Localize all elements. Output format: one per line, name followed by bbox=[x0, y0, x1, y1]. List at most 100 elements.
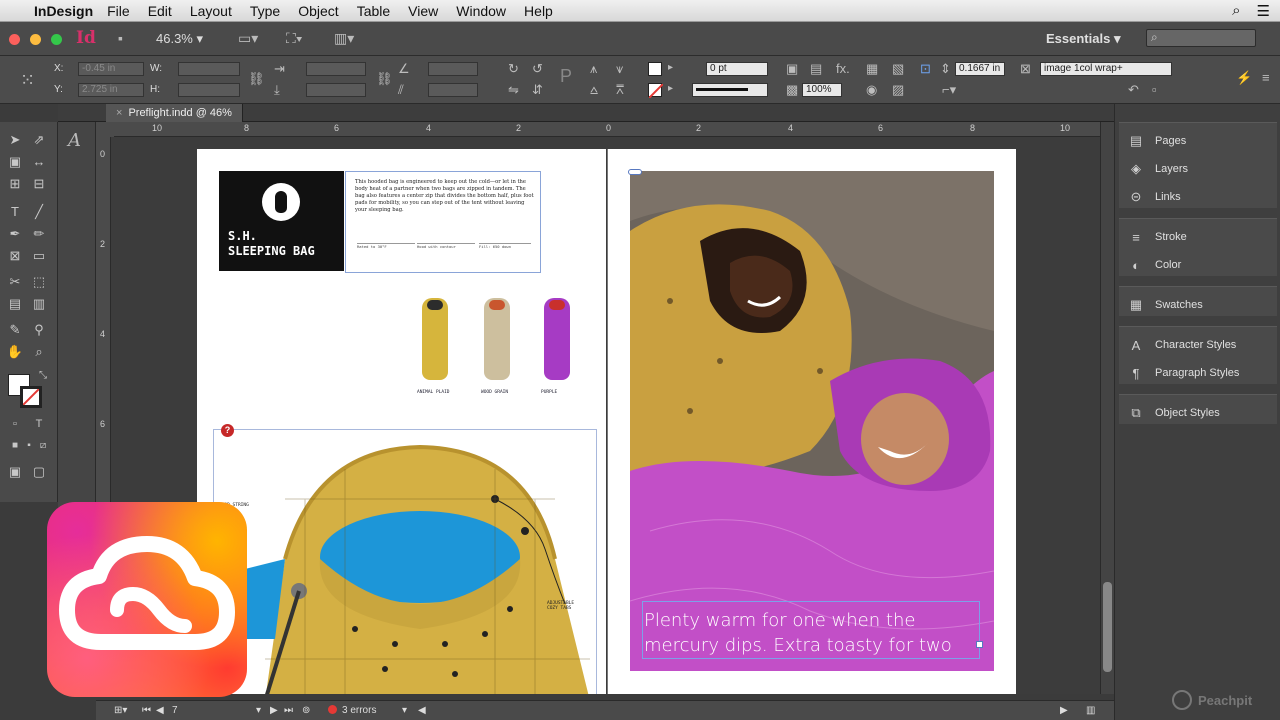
content-grabber-icon[interactable] bbox=[628, 169, 642, 175]
height-field[interactable] bbox=[178, 83, 240, 97]
frame-fitting-icon[interactable]: ⊡ bbox=[920, 61, 931, 77]
shear-angle-field[interactable] bbox=[428, 83, 478, 97]
zoom-window-button[interactable] bbox=[51, 34, 62, 45]
select-next-icon[interactable]: ⩞ bbox=[616, 82, 624, 98]
fill-dropdown-icon[interactable]: ▸ bbox=[668, 62, 673, 73]
horizontal-ruler[interactable]: 10 8 6 4 2 0 2 4 6 8 10 bbox=[114, 122, 1100, 137]
width-field[interactable] bbox=[178, 62, 240, 76]
normal-view-icon[interactable]: ▣ bbox=[6, 464, 24, 480]
stroke-swatch-none[interactable] bbox=[648, 83, 664, 99]
clear-overrides-icon[interactable]: ↶ bbox=[1128, 82, 1139, 98]
page-number-field[interactable]: 7 bbox=[172, 705, 178, 716]
line-tool-icon[interactable]: ╱ bbox=[30, 204, 48, 220]
y-position-field[interactable]: 2.725 in bbox=[78, 83, 144, 97]
preflight-error-count[interactable]: 3 errors bbox=[342, 705, 376, 716]
formatting-container-icon[interactable]: ▫ bbox=[6, 418, 24, 430]
rotate-cw-icon[interactable]: ↻ bbox=[508, 61, 519, 77]
stroke-weight-field[interactable]: 0 pt bbox=[706, 62, 768, 76]
pasteboard[interactable]: S.H. SLEEPING BAG This hooded bag is eng… bbox=[111, 137, 1100, 694]
close-window-button[interactable] bbox=[9, 34, 20, 45]
arrange-documents-icon[interactable]: ▥▾ bbox=[334, 30, 354, 47]
fill-swatch[interactable] bbox=[648, 62, 662, 76]
tab-preflight-document[interactable]: × Preflight.indd @ 46% bbox=[106, 104, 243, 122]
panel-paragraph-styles[interactable]: ¶ Paragraph Styles bbox=[1127, 363, 1240, 383]
split-layout-icon[interactable]: ▥ bbox=[1086, 705, 1095, 716]
constrain-scale-icon[interactable]: ⛓ bbox=[376, 71, 393, 87]
apply-none-icon[interactable]: ⧄ bbox=[34, 440, 52, 451]
rotate-ccw-icon[interactable]: ↺ bbox=[532, 61, 543, 77]
offset-field[interactable]: 0.1667 in bbox=[955, 62, 1005, 76]
thumb-yellow-bag[interactable] bbox=[417, 294, 453, 386]
text-wrap-jump-icon[interactable]: ▨ bbox=[892, 82, 904, 98]
menu-layout[interactable]: Layout bbox=[190, 3, 232, 19]
page-menu-icon[interactable]: ▾ bbox=[256, 705, 261, 716]
thumb-woodgrain-bag[interactable] bbox=[479, 294, 515, 386]
zoom-tool-icon[interactable]: ⌕ bbox=[30, 344, 48, 360]
formatting-text-icon[interactable]: T bbox=[30, 418, 48, 430]
left-page[interactable]: S.H. SLEEPING BAG This hooded bag is eng… bbox=[197, 149, 606, 694]
panel-stroke[interactable]: ≡ Stroke bbox=[1127, 227, 1187, 247]
menu-help[interactable]: Help bbox=[524, 3, 553, 19]
object-style-dropdown[interactable]: image 1col wrap+ bbox=[1040, 62, 1172, 76]
menu-edit[interactable]: Edit bbox=[148, 3, 172, 19]
next-page-icon[interactable]: ▶ bbox=[270, 705, 278, 716]
view-mode-icon[interactable]: ⊞▾ bbox=[114, 705, 127, 716]
fitting-content-icon[interactable]: ▤ bbox=[810, 61, 822, 77]
content-placer-icon[interactable]: ⊟ bbox=[30, 176, 48, 192]
create-style-icon[interactable]: ▫ bbox=[1152, 82, 1157, 97]
corner-options-icon[interactable]: ⌐▾ bbox=[942, 82, 956, 98]
flip-horizontal-icon[interactable]: ⇋ bbox=[508, 82, 519, 98]
gradient-feather-tool-icon[interactable]: ▥ bbox=[30, 296, 48, 312]
workspace-switcher[interactable]: Essentials ▾ bbox=[1046, 31, 1120, 47]
free-transform-tool-icon[interactable]: ⬚ bbox=[30, 274, 48, 290]
panel-layers[interactable]: ◈ Layers bbox=[1127, 159, 1188, 179]
minimize-window-button[interactable] bbox=[30, 34, 41, 45]
reference-point-icon[interactable]: ⁙ bbox=[20, 70, 35, 91]
panel-object-styles[interactable]: ⧉ Object Styles bbox=[1127, 403, 1219, 423]
swap-fill-stroke-icon[interactable]: ⤡ bbox=[34, 370, 52, 381]
open-document-folder-icon[interactable]: ⊚ bbox=[302, 705, 310, 716]
panel-character-styles[interactable]: A Character Styles bbox=[1127, 335, 1237, 355]
frame-handle[interactable] bbox=[976, 641, 983, 648]
close-tab-icon[interactable]: × bbox=[116, 107, 122, 119]
panel-swatches[interactable]: ▦ Swatches bbox=[1127, 295, 1203, 315]
first-page-icon[interactable]: ⏮ bbox=[142, 705, 151, 716]
eyedropper-tool-icon[interactable]: ⚲ bbox=[30, 322, 48, 338]
character-panel-icon[interactable]: A bbox=[68, 130, 81, 151]
rectangle-frame-tool-icon[interactable]: ⊠ bbox=[6, 248, 24, 264]
bridge-icon[interactable]: ▪ bbox=[118, 30, 123, 46]
scrollbar-thumb[interactable] bbox=[1103, 582, 1112, 672]
panel-color[interactable]: ◐ Color bbox=[1127, 255, 1181, 275]
flip-vertical-icon[interactable]: ⇵ bbox=[532, 82, 543, 98]
product-title-block[interactable]: S.H. SLEEPING BAG bbox=[219, 171, 344, 271]
opacity-field[interactable]: 100% bbox=[802, 83, 842, 97]
quick-apply-icon[interactable]: ⚡ bbox=[1236, 70, 1252, 86]
last-page-icon[interactable]: ⏭ bbox=[284, 705, 293, 716]
effects-fx-icon[interactable]: fx. bbox=[836, 61, 850, 76]
select-content-icon[interactable]: ⩛ bbox=[616, 61, 623, 77]
scale-x-field[interactable] bbox=[306, 62, 366, 76]
menu-object[interactable]: Object bbox=[298, 3, 338, 19]
constrain-proportions-icon[interactable]: ⛓ bbox=[248, 71, 265, 87]
menu-window[interactable]: Window bbox=[456, 3, 506, 19]
gap-tool-icon[interactable]: ↔ bbox=[30, 154, 48, 169]
thumb-purple-bag[interactable] bbox=[539, 294, 575, 386]
select-container-icon[interactable]: ⩚ bbox=[590, 61, 597, 77]
right-page[interactable]: Plenty warm for one when the mercury dip… bbox=[607, 149, 1016, 694]
gradient-swatch-tool-icon[interactable]: ▤ bbox=[6, 296, 24, 312]
text-wrap-box-icon[interactable]: ▧ bbox=[892, 61, 904, 77]
select-previous-icon[interactable]: ⩟ bbox=[590, 82, 598, 98]
preflight-menu-icon[interactable]: ▾ bbox=[402, 705, 407, 716]
content-collector-icon[interactable]: ⊞ bbox=[6, 176, 24, 192]
stroke-dropdown-icon[interactable]: ▸ bbox=[668, 83, 673, 94]
notification-list-icon[interactable]: ☰ bbox=[1257, 2, 1270, 20]
note-tool-icon[interactable]: ✎ bbox=[6, 322, 24, 338]
panel-pages[interactable]: ▤ Pages bbox=[1127, 131, 1186, 151]
menu-app-name[interactable]: InDesign bbox=[34, 3, 93, 19]
screen-mode-icon[interactable]: ⛶▾ bbox=[286, 30, 303, 47]
stroke-type-dropdown[interactable] bbox=[692, 83, 768, 97]
type-tool-icon[interactable]: T bbox=[6, 204, 24, 219]
text-wrap-shape-icon[interactable]: ◉ bbox=[866, 82, 877, 98]
scroll-left-icon[interactable]: ◀ bbox=[418, 705, 426, 716]
selection-tool-icon[interactable]: ➤ bbox=[6, 132, 24, 148]
